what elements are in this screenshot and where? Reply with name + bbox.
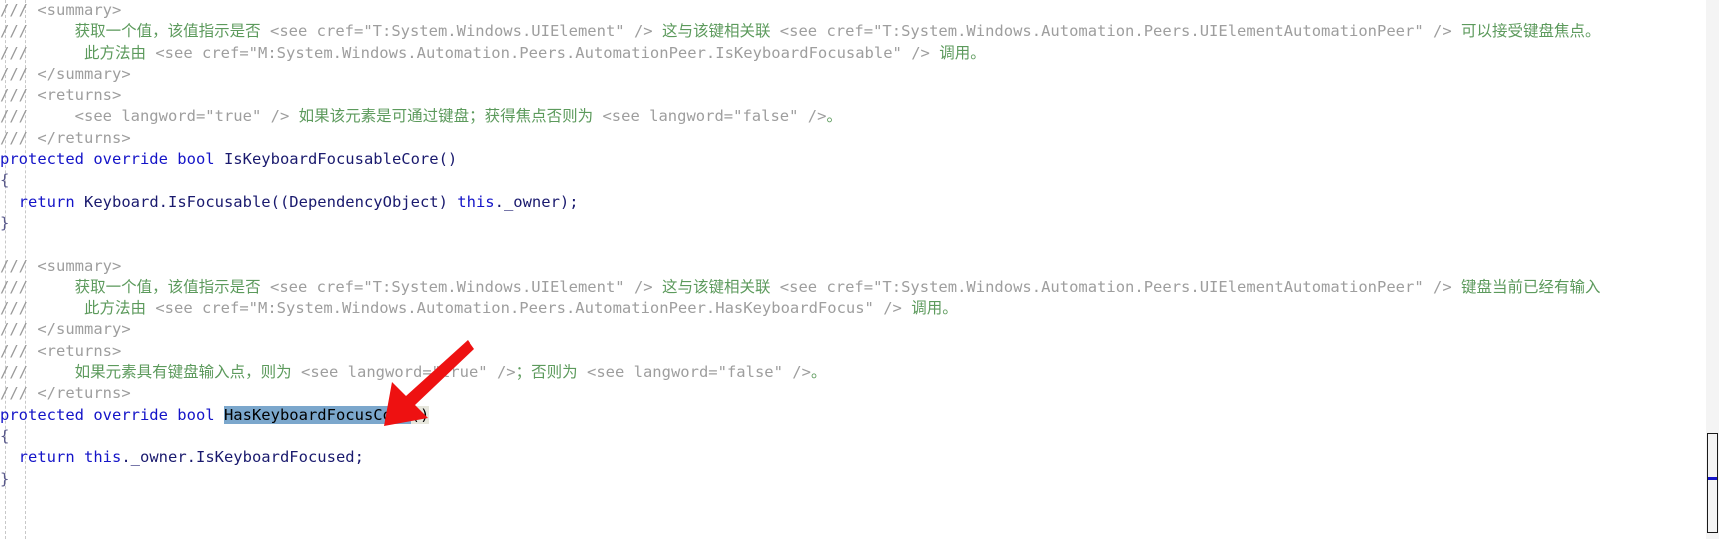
code-line[interactable]: /// 获取一个值，该值指示是否 <see cref="T:System.Win… bbox=[0, 277, 1706, 298]
code-token-plain: ._owner.IsKeyboardFocused; bbox=[121, 448, 364, 467]
code-token-comment: /// bbox=[0, 384, 38, 403]
code-token-kw: protected override bool bbox=[0, 405, 224, 424]
code-token-comment: /// bbox=[0, 277, 75, 296]
code-token-doctext: 。 bbox=[810, 363, 827, 382]
code-line[interactable]: } bbox=[0, 213, 1706, 234]
code-line[interactable]: return this._owner.IsKeyboardFocused; bbox=[0, 447, 1706, 468]
code-token-doctag: <see cref="T:System.Windows.Automation.P… bbox=[779, 22, 1452, 41]
code-token-doctext: 如果元素具有键盘输入点，则为 bbox=[74, 363, 301, 382]
code-token-doctag: <see cref="T:System.Windows.Automation.P… bbox=[779, 277, 1452, 296]
code-token-doctag: <see langword="true" /> bbox=[301, 363, 516, 382]
code-token-doctag: <see langword="true" /> bbox=[74, 107, 290, 126]
code-token-comment: /// bbox=[0, 1, 38, 19]
code-line[interactable]: /// 此方法由 <see cref="M:System.Windows.Aut… bbox=[0, 43, 1706, 64]
code-line[interactable]: /// 如果元素具有键盘输入点，则为 <see langword="true" … bbox=[0, 362, 1706, 383]
code-token-brace: } bbox=[0, 213, 10, 232]
code-line[interactable]: /// <summary> bbox=[0, 0, 1706, 21]
code-line[interactable]: /// <summary> bbox=[0, 256, 1706, 277]
code-token-plain: IsKeyboardFocusableCore() bbox=[223, 150, 458, 169]
code-line[interactable]: /// 此方法由 <see cref="M:System.Windows.Aut… bbox=[0, 298, 1706, 319]
scrollbar-thumb[interactable] bbox=[1707, 433, 1718, 533]
code-token-refhl: () bbox=[410, 405, 430, 424]
code-token-brace: } bbox=[0, 469, 10, 488]
code-line[interactable]: protected override bool HasKeyboardFocus… bbox=[0, 405, 1706, 426]
code-token-doctag: </returns> bbox=[37, 384, 131, 403]
code-line[interactable]: /// </returns> bbox=[0, 383, 1706, 404]
code-token-doctag: </summary> bbox=[37, 320, 131, 339]
code-token-sel: HasKeyboardFocusCore bbox=[223, 405, 411, 424]
code-line[interactable]: /// <returns> bbox=[0, 341, 1706, 362]
code-token-doctext: 获取一个值，该值指示是否 bbox=[74, 22, 270, 41]
code-token-doctag: <see langword="false" /> bbox=[602, 107, 827, 126]
code-line[interactable]: return Keyboard.IsFocusable((DependencyO… bbox=[0, 192, 1706, 213]
code-token-brace: { bbox=[0, 171, 10, 190]
code-token-comment: /// bbox=[0, 320, 38, 339]
code-line[interactable]: /// </summary> bbox=[0, 64, 1706, 85]
code-token-comment: /// bbox=[0, 128, 38, 147]
code-token-doctag: <see langword="false" /> bbox=[586, 363, 811, 382]
code-token-doctext: 如果该元素是可通过键盘；获得焦点否则为 bbox=[289, 107, 603, 126]
code-token-comment: /// bbox=[0, 299, 84, 318]
code-token-doctext: 获取一个值，该值指示是否 bbox=[74, 277, 270, 296]
code-token-doctext: 调用。 bbox=[901, 299, 958, 318]
code-token-comment: /// bbox=[0, 43, 84, 62]
code-line[interactable]: /// 获取一个值，该值指示是否 <see cref="T:System.Win… bbox=[0, 21, 1706, 42]
code-token-kw: return bbox=[18, 448, 84, 467]
code-token-doctag: <see cref="M:System.Windows.Automation.P… bbox=[155, 299, 902, 318]
code-token-kw: this bbox=[84, 448, 122, 467]
code-token-doctag: </summary> bbox=[37, 64, 131, 83]
code-token-doctext: 调用。 bbox=[929, 43, 986, 62]
code-token-comment: /// bbox=[0, 107, 75, 126]
code-token-plain: Keyboard.IsFocusable((DependencyObject) bbox=[84, 192, 458, 211]
code-token-doctag: <see cref="M:System.Windows.Automation.P… bbox=[155, 43, 930, 62]
code-token-comment: /// bbox=[0, 363, 75, 382]
code-token-brace: { bbox=[0, 426, 10, 445]
code-token-comment: /// bbox=[0, 22, 75, 41]
code-token-doctext: 键盘当前已经有输入 bbox=[1451, 277, 1601, 296]
code-line[interactable]: /// </summary> bbox=[0, 319, 1706, 340]
vertical-scrollbar[interactable] bbox=[1706, 0, 1719, 539]
code-token-doctext: ；否则为 bbox=[515, 363, 587, 382]
code-line[interactable]: /// <see langword="true" /> 如果该元素是可通过键盘；… bbox=[0, 106, 1706, 127]
code-token-doctext: 这与该键相关联 bbox=[652, 277, 780, 296]
code-token-doctext: 。 bbox=[826, 107, 842, 126]
code-line[interactable]: } bbox=[0, 469, 1706, 490]
code-token-doctag: <see cref="T:System.Windows.UIElement" /… bbox=[270, 277, 653, 296]
code-token-comment: /// bbox=[0, 64, 38, 83]
code-token-doctag: </returns> bbox=[37, 128, 131, 147]
code-token-kw: protected override bool bbox=[0, 150, 224, 169]
code-line[interactable]: { bbox=[0, 170, 1706, 191]
code-line[interactable]: /// <returns> bbox=[0, 85, 1706, 106]
code-token-doctext: 此方法由 bbox=[84, 299, 156, 318]
code-token-doctag: <see cref="T:System.Windows.UIElement" /… bbox=[270, 22, 653, 41]
code-token-doctag: <returns> bbox=[37, 86, 122, 105]
code-token-comment: /// bbox=[0, 341, 38, 360]
code-line[interactable] bbox=[0, 234, 1706, 255]
code-line[interactable]: /// </returns> bbox=[0, 128, 1706, 149]
code-token-doctag: <summary> bbox=[37, 256, 122, 275]
code-line[interactable]: protected override bool IsKeyboardFocusa… bbox=[0, 149, 1706, 170]
code-editor[interactable]: /// <summary>/// 获取一个值，该值指示是否 <see cref=… bbox=[0, 0, 1719, 539]
scrollbar-position-marker bbox=[1708, 477, 1717, 480]
code-line[interactable]: { bbox=[0, 426, 1706, 447]
code-token-plain: ._owner); bbox=[494, 192, 579, 211]
code-token-doctext: 这与该键相关联 bbox=[652, 22, 780, 41]
code-token-doctag: <returns> bbox=[37, 341, 122, 360]
code-token-kw: this bbox=[457, 192, 495, 211]
code-token-doctag: <summary> bbox=[37, 1, 122, 19]
code-token-doctext: 可以接受键盘焦点。 bbox=[1451, 22, 1601, 41]
code-content[interactable]: /// <summary>/// 获取一个值，该值指示是否 <see cref=… bbox=[0, 0, 1706, 539]
code-token-comment: /// bbox=[0, 86, 38, 105]
code-token-doctext: 此方法由 bbox=[84, 43, 156, 62]
code-token-comment: /// bbox=[0, 256, 38, 275]
code-token-kw: return bbox=[18, 192, 84, 211]
